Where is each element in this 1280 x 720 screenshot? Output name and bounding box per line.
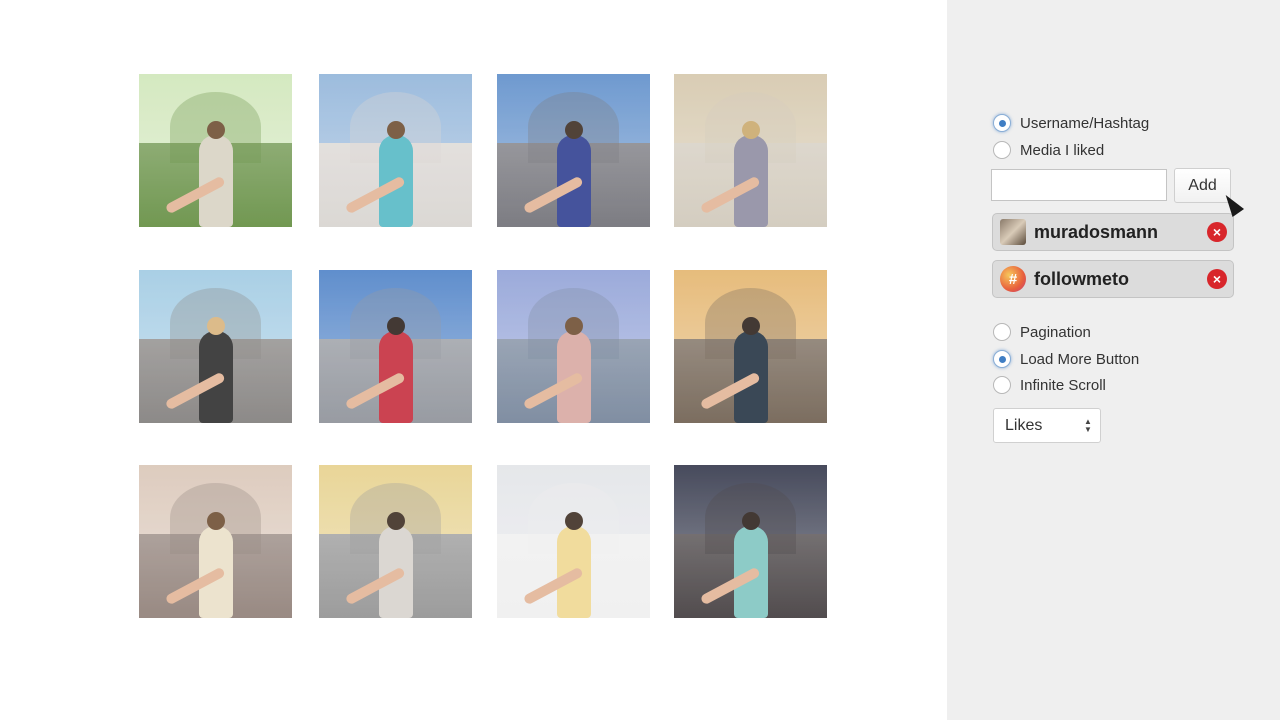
radio-button[interactable]: [993, 114, 1011, 132]
photo-overlay: [497, 270, 650, 423]
radio-button[interactable]: [993, 141, 1011, 159]
select-arrows-icon: ▲ ▼: [1082, 417, 1094, 434]
settings-panel: Username/Hashtag Media I liked Add murad…: [947, 0, 1280, 720]
photo-grid: [0, 0, 947, 720]
photo-tile[interactable]: [139, 74, 292, 227]
photo-overlay: [319, 465, 472, 618]
radio-button[interactable]: [993, 323, 1011, 341]
radio-username-hashtag[interactable]: Username/Hashtag: [993, 111, 1149, 135]
photo-overlay: [139, 270, 292, 423]
photo-tile[interactable]: [674, 465, 827, 618]
radio-pagination[interactable]: Pagination: [993, 320, 1091, 344]
radio-button[interactable]: [993, 376, 1011, 394]
chip-name: followmeto: [1034, 268, 1129, 289]
photo-tile[interactable]: [497, 465, 650, 618]
photo-overlay: [674, 74, 827, 227]
photo-tile[interactable]: [319, 270, 472, 423]
photo-tile[interactable]: [319, 465, 472, 618]
arrow-down-icon: ▼: [1084, 424, 1092, 434]
photo-tile[interactable]: [674, 270, 827, 423]
radio-label: Load More Button: [1020, 350, 1140, 368]
user-avatar-icon: [1000, 219, 1026, 245]
photo-tile[interactable]: [139, 270, 292, 423]
chip-name: muradosmann: [1034, 221, 1159, 242]
photo-overlay: [139, 74, 292, 227]
photo-tile[interactable]: [319, 74, 472, 227]
source-chip: muradosmann ×: [992, 213, 1234, 251]
photo-overlay: [139, 465, 292, 618]
sort-select[interactable]: Likes ▲ ▼: [993, 408, 1101, 443]
photo-overlay: [674, 270, 827, 423]
radio-label: Pagination: [1020, 323, 1091, 341]
photo-overlay: [497, 74, 650, 227]
radio-label: Username/Hashtag: [1020, 114, 1150, 132]
radio-label: Media I liked: [1020, 141, 1105, 159]
hashtag-icon: #: [1000, 266, 1026, 292]
photo-overlay: [674, 465, 827, 618]
source-input[interactable]: [991, 169, 1167, 201]
photo-overlay: [319, 270, 472, 423]
photo-tile[interactable]: [497, 74, 650, 227]
source-chip: # followmeto ×: [992, 260, 1234, 298]
radio-button[interactable]: [993, 350, 1011, 368]
photo-tile[interactable]: [139, 465, 292, 618]
photo-overlay: [497, 465, 650, 618]
radio-label: Infinite Scroll: [1020, 376, 1106, 394]
photo-tile[interactable]: [674, 74, 827, 227]
photo-overlay: [319, 74, 472, 227]
radio-media-liked[interactable]: Media I liked: [993, 138, 1104, 162]
radio-load-more[interactable]: Load More Button: [993, 347, 1139, 371]
photo-tile[interactable]: [497, 270, 650, 423]
remove-icon[interactable]: ×: [1207, 222, 1227, 242]
remove-icon[interactable]: ×: [1207, 269, 1227, 289]
radio-infinite-scroll[interactable]: Infinite Scroll: [993, 373, 1106, 397]
sort-select-value: Likes: [1005, 416, 1043, 434]
